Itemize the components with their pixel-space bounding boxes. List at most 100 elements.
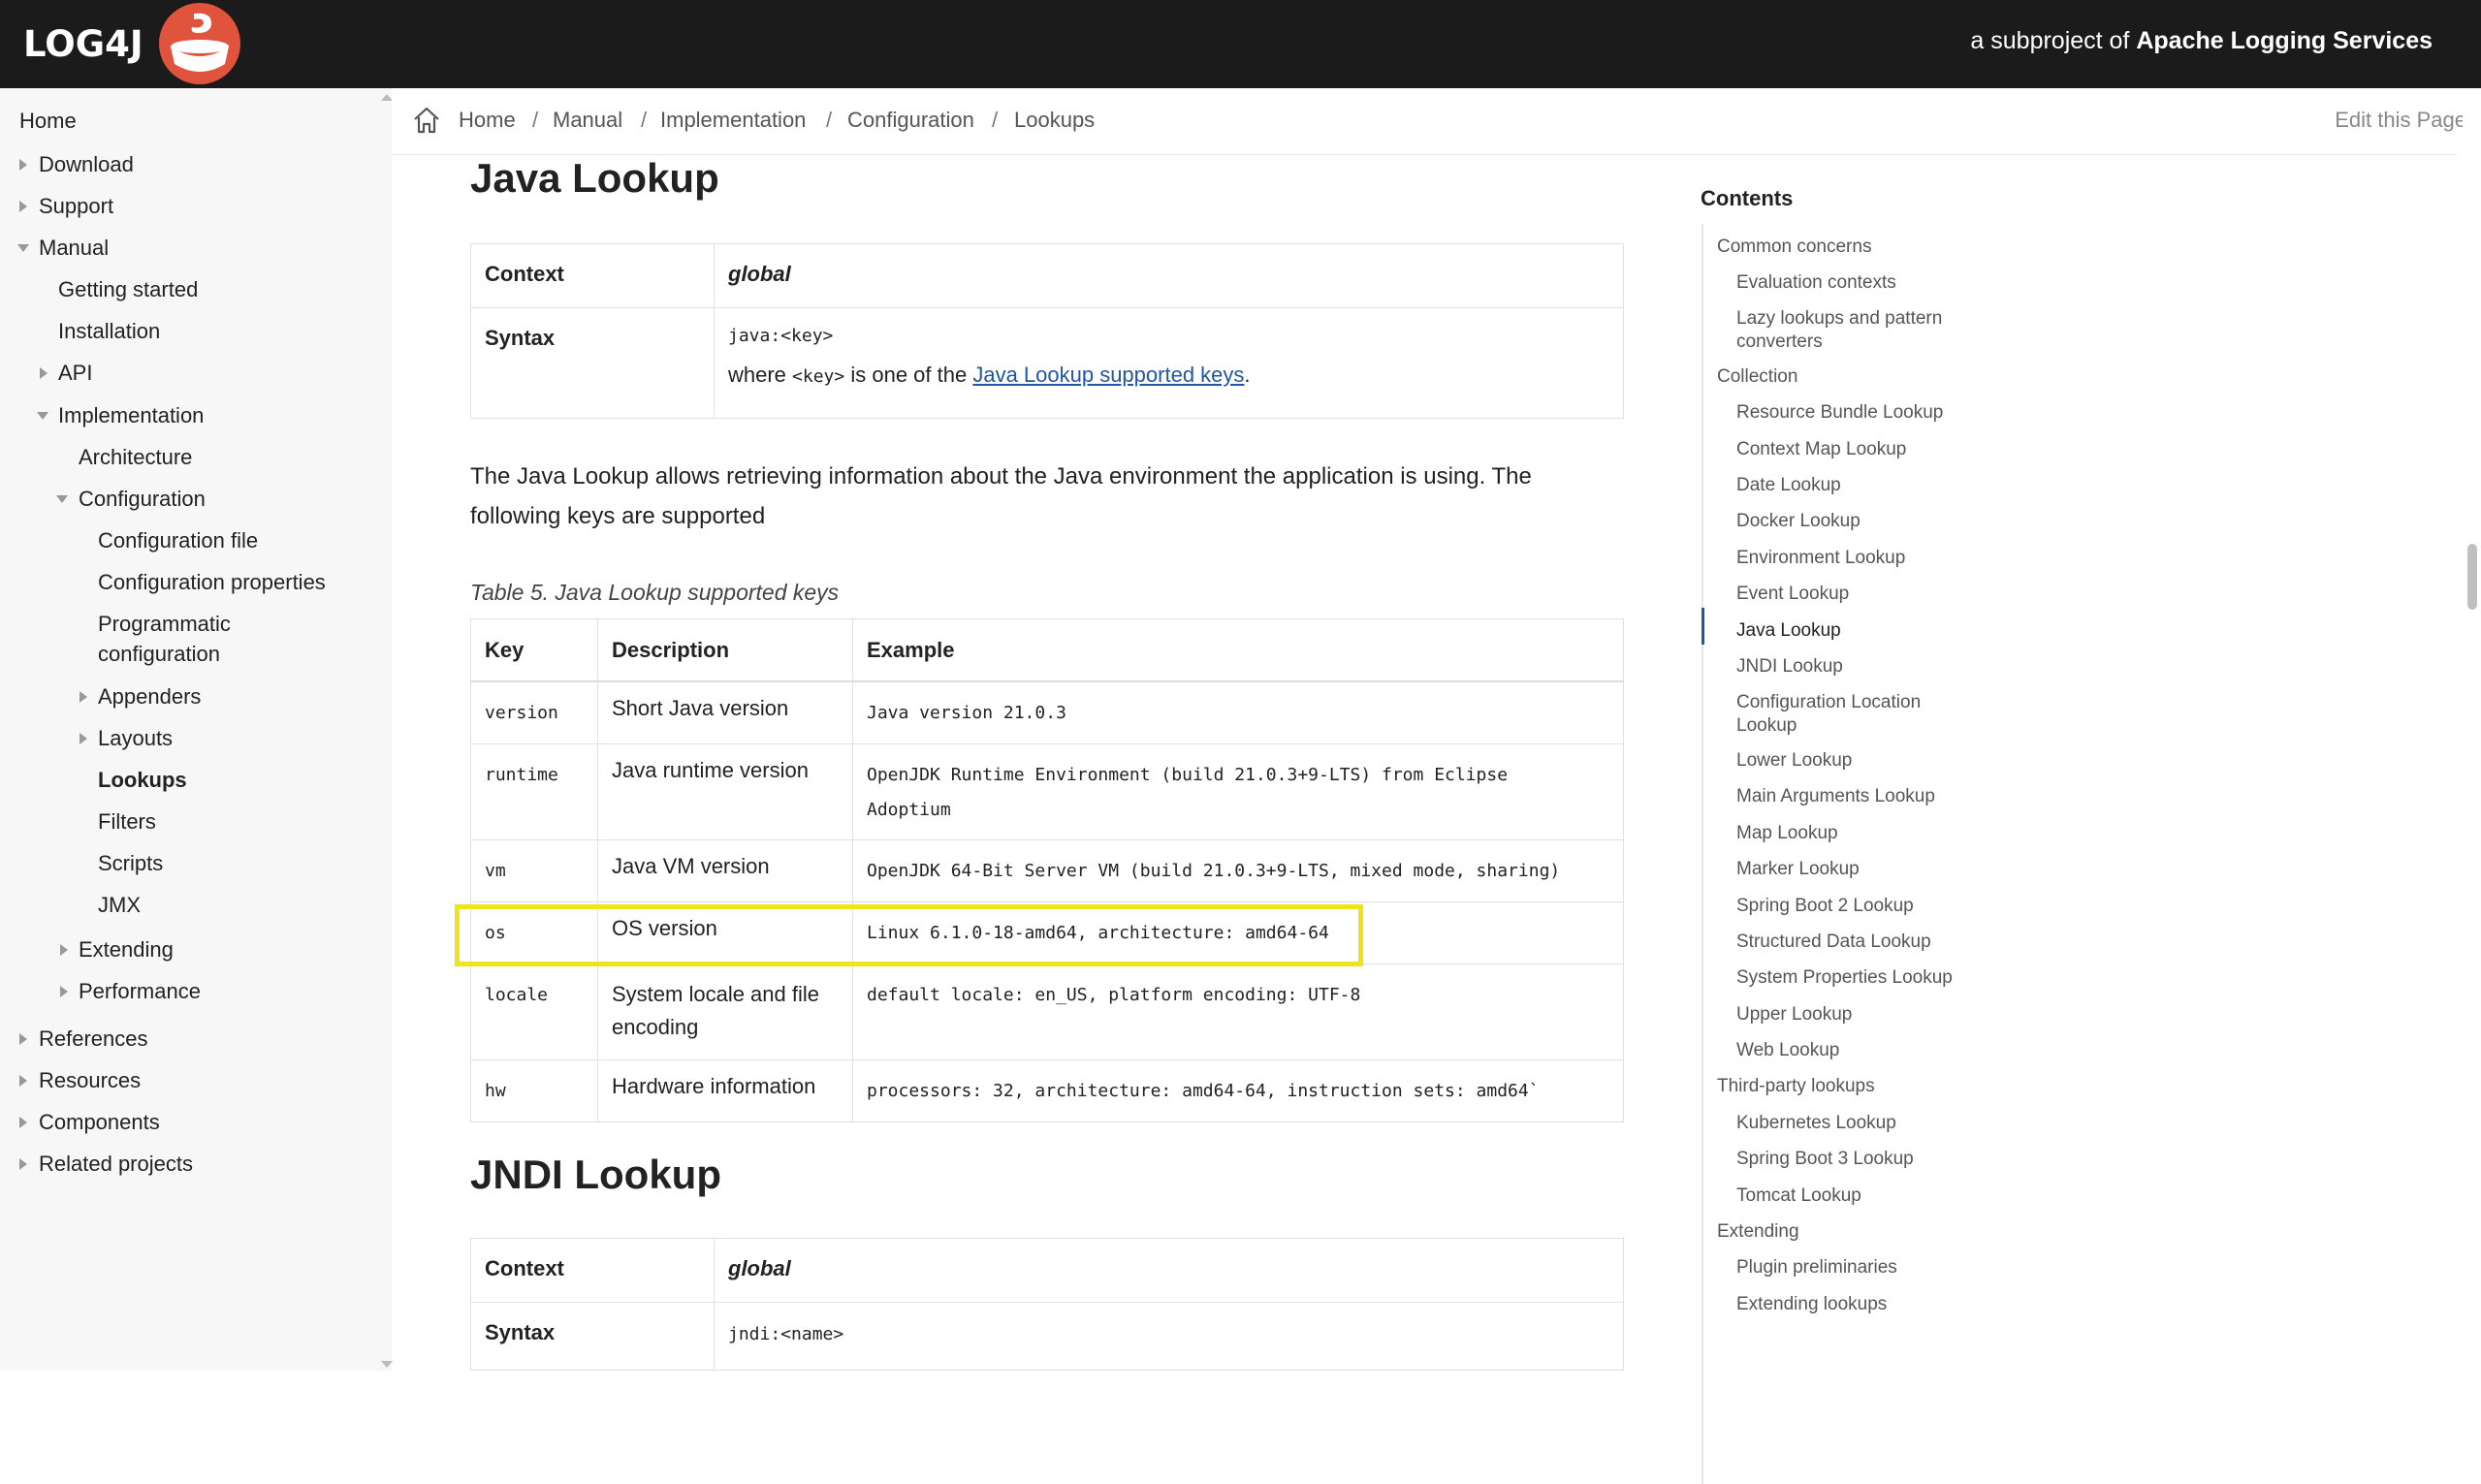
toc-item[interactable]: Spring Boot 3 Lookup bbox=[1736, 1148, 1914, 1171]
toc-item[interactable]: System Properties Lookup bbox=[1736, 966, 1953, 990]
sidebar-item-extending[interactable]: Extending bbox=[79, 937, 174, 963]
toc-item[interactable]: Docker Lookup bbox=[1736, 510, 1861, 533]
toc-item[interactable]: Extending lookups bbox=[1736, 1293, 1887, 1316]
sidebar-item-getting-started[interactable]: Getting started bbox=[58, 277, 198, 302]
toc-item[interactable]: Upper Lookup bbox=[1736, 1003, 1852, 1026]
breadcrumb-implementation[interactable]: Implementation bbox=[660, 108, 806, 133]
apache-logging-link[interactable]: Apache Logging Services bbox=[2136, 27, 2433, 54]
sidebar-item-related-projects[interactable]: Related projects bbox=[39, 1152, 193, 1177]
sidebar-scroll-down-icon[interactable] bbox=[381, 1361, 393, 1368]
sidebar-item-manual[interactable]: Manual bbox=[39, 236, 109, 261]
sidebar-item-filters[interactable]: Filters bbox=[98, 809, 156, 835]
description-cell: System locale and file encoding bbox=[597, 963, 853, 1060]
sidebar-item-home[interactable]: Home bbox=[19, 109, 77, 134]
sidebar-item-resources[interactable]: Resources bbox=[39, 1068, 141, 1093]
toc-item[interactable]: Evaluation contexts bbox=[1736, 271, 1896, 295]
expand-icon[interactable] bbox=[19, 1117, 27, 1128]
context-value: global bbox=[714, 1238, 1624, 1303]
java-lookup-keys-link[interactable]: Java Lookup supported keys bbox=[972, 363, 1244, 387]
expand-icon[interactable] bbox=[40, 367, 48, 379]
example-cell: default locale: en_US, platform encoding… bbox=[867, 984, 1361, 1005]
expand-icon[interactable] bbox=[19, 201, 27, 212]
jndi-lookup-info-table: Context global Syntax jndi:<name> bbox=[470, 1238, 1624, 1371]
sidebar-item-performance[interactable]: Performance bbox=[79, 979, 201, 1004]
toc-item[interactable]: Java Lookup bbox=[1736, 619, 1841, 643]
toc-item[interactable]: Resource Bundle Lookup bbox=[1736, 401, 1943, 425]
toc-item[interactable]: Context Map Lookup bbox=[1736, 438, 1906, 461]
toc-item[interactable]: Third-party lookups bbox=[1717, 1075, 1875, 1098]
expand-icon[interactable] bbox=[80, 733, 87, 744]
toc-item[interactable]: Configuration Location Lookup bbox=[1736, 691, 1921, 738]
toc-item[interactable]: Common concerns bbox=[1717, 236, 1871, 259]
collapse-icon[interactable] bbox=[56, 495, 68, 503]
scrollbar-thumb[interactable] bbox=[2467, 544, 2477, 610]
expand-icon[interactable] bbox=[80, 691, 87, 703]
description-cell: Java runtime version bbox=[597, 742, 853, 840]
expand-icon[interactable] bbox=[19, 1033, 27, 1045]
java-lookup-keys-table: Key Description Example version Short Ja… bbox=[470, 618, 1624, 1122]
expand-icon[interactable] bbox=[19, 1158, 27, 1170]
toc-item[interactable]: Environment Lookup bbox=[1736, 547, 1905, 570]
sidebar-item-implementation[interactable]: Implementation bbox=[58, 403, 204, 428]
toc-item[interactable]: Web Lookup bbox=[1736, 1039, 1839, 1062]
toc-item[interactable]: Extending bbox=[1717, 1220, 1799, 1244]
syntax-code: jndi:<name> bbox=[728, 1324, 844, 1344]
toc-rule bbox=[1702, 224, 1703, 1484]
sidebar-item-programmatic-configuration[interactable]: Programmatic bbox=[98, 612, 231, 637]
toc-item[interactable]: Lazy lookups and pattern converters bbox=[1736, 307, 1942, 354]
toc-item[interactable]: Structured Data Lookup bbox=[1736, 931, 1931, 954]
subproject-text: a subproject of Apache Logging Services bbox=[1970, 27, 2433, 54]
sidebar-item-programmatic-configuration-line2[interactable]: configuration bbox=[98, 642, 220, 667]
section-title-jndi-lookup: JNDI Lookup bbox=[470, 1152, 721, 1197]
expand-icon[interactable] bbox=[60, 986, 68, 997]
breadcrumb-lookups[interactable]: Lookups bbox=[1014, 108, 1095, 133]
top-header: LOG4J a subproject of Apache Logging Ser… bbox=[0, 0, 2481, 88]
sidebar-item-installation[interactable]: Installation bbox=[58, 319, 160, 344]
breadcrumb-separator: / bbox=[826, 108, 833, 132]
table-row: locale System locale and file encoding d… bbox=[470, 963, 1624, 1060]
sidebar-item-scripts[interactable]: Scripts bbox=[98, 851, 163, 876]
toc-item[interactable]: Spring Boot 2 Lookup bbox=[1736, 895, 1914, 918]
toc-item[interactable]: Tomcat Lookup bbox=[1736, 1184, 1861, 1208]
syntax-where: where <key> is one of the Java Lookup su… bbox=[728, 363, 1251, 387]
sidebar-item-support[interactable]: Support bbox=[39, 194, 113, 219]
section-title-java-lookup: Java Lookup bbox=[470, 155, 719, 201]
breadcrumb-manual[interactable]: Manual bbox=[553, 108, 622, 133]
sidebar-item-layouts[interactable]: Layouts bbox=[98, 726, 173, 751]
toc-item[interactable]: Collection bbox=[1717, 365, 1797, 389]
breadcrumb-home[interactable]: Home bbox=[459, 108, 516, 133]
context-value: global bbox=[714, 243, 1624, 308]
toc-item[interactable]: Lower Lookup bbox=[1736, 749, 1852, 773]
toc-item[interactable]: Main Arguments Lookup bbox=[1736, 785, 1935, 808]
collapse-icon[interactable] bbox=[17, 244, 29, 252]
toc-item[interactable]: Date Lookup bbox=[1736, 474, 1841, 497]
sidebar-item-jmx[interactable]: JMX bbox=[98, 893, 141, 918]
toc-item[interactable]: Map Lookup bbox=[1736, 822, 1838, 845]
sidebar-item-configuration-properties[interactable]: Configuration properties bbox=[98, 570, 326, 595]
sidebar-item-appenders[interactable]: Appenders bbox=[98, 684, 201, 710]
expand-icon[interactable] bbox=[19, 1075, 27, 1087]
collapse-icon[interactable] bbox=[37, 412, 48, 420]
page-scrollbar[interactable] bbox=[2463, 88, 2481, 1371]
sidebar-item-configuration-file[interactable]: Configuration file bbox=[98, 528, 258, 553]
sidebar-item-architecture[interactable]: Architecture bbox=[79, 445, 192, 470]
expand-icon[interactable] bbox=[19, 159, 27, 171]
toc-item[interactable]: Plugin preliminaries bbox=[1736, 1256, 1897, 1279]
edit-this-page-link[interactable]: Edit this Page bbox=[2335, 108, 2466, 133]
breadcrumb-configuration[interactable]: Configuration bbox=[847, 108, 974, 133]
table-header-description: Description bbox=[597, 618, 853, 682]
sidebar-item-lookups[interactable]: Lookups bbox=[98, 768, 187, 793]
sidebar-item-download[interactable]: Download bbox=[39, 152, 134, 177]
sidebar-item-api[interactable]: API bbox=[58, 361, 92, 386]
toc-item[interactable]: JNDI Lookup bbox=[1736, 655, 1843, 679]
toc-item[interactable]: Marker Lookup bbox=[1736, 858, 1860, 881]
key-cell: hw bbox=[485, 1080, 506, 1101]
sidebar-item-references[interactable]: References bbox=[39, 1026, 148, 1052]
sidebar-item-configuration[interactable]: Configuration bbox=[79, 487, 206, 512]
sidebar-item-components[interactable]: Components bbox=[39, 1110, 160, 1135]
toc-item[interactable]: Event Lookup bbox=[1736, 583, 1849, 606]
expand-icon[interactable] bbox=[60, 944, 68, 956]
home-icon[interactable] bbox=[411, 105, 442, 136]
toc-item[interactable]: Kubernetes Lookup bbox=[1736, 1112, 1896, 1135]
table-row: runtime Java runtime version OpenJDK Run… bbox=[470, 742, 1624, 840]
